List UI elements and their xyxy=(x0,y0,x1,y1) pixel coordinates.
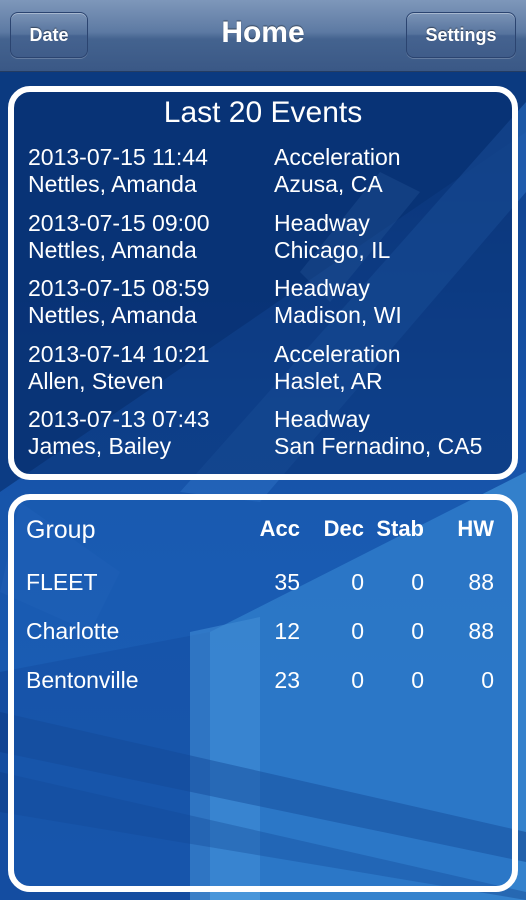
event-type: Headway xyxy=(274,406,370,432)
event-location: Haslet, AR xyxy=(274,368,383,394)
event-location: San Fernadino, CA5 xyxy=(274,433,483,459)
stab-value: 0 xyxy=(411,569,424,595)
event-type: Acceleration xyxy=(274,144,401,170)
event-row[interactable]: 2013-07-13 07:43 James, Bailey Headway S… xyxy=(28,406,504,464)
hw-value: 88 xyxy=(468,569,494,595)
settings-button[interactable]: Settings xyxy=(406,12,516,58)
header-hw: HW xyxy=(457,516,494,541)
navigation-bar: Date Home Settings xyxy=(0,0,526,72)
table-row[interactable]: Charlotte 12 0 0 88 xyxy=(26,618,504,650)
event-row[interactable]: 2013-07-15 09:00 Nettles, Amanda Headway… xyxy=(28,210,504,268)
event-row[interactable]: 2013-07-14 10:21 Allen, Steven Accelerat… xyxy=(28,341,504,399)
group-name: Bentonville xyxy=(26,667,139,693)
event-type: Acceleration xyxy=(274,341,401,367)
stab-value: 0 xyxy=(411,618,424,644)
event-driver-name: Nettles, Amanda xyxy=(28,237,197,263)
table-row[interactable]: FLEET 35 0 0 88 xyxy=(26,569,504,601)
group-name: FLEET xyxy=(26,569,98,595)
event-location: Chicago, IL xyxy=(274,237,391,263)
event-type: Headway xyxy=(274,210,370,236)
event-row[interactable]: 2013-07-15 11:44 Nettles, Amanda Acceler… xyxy=(28,144,504,202)
hw-value: 88 xyxy=(468,618,494,644)
events-title: Last 20 Events xyxy=(163,96,363,129)
event-driver-name: Allen, Steven xyxy=(28,368,164,394)
dec-value: 0 xyxy=(351,618,364,644)
event-driver-name: James, Bailey xyxy=(28,433,172,459)
event-datetime: 2013-07-13 07:43 xyxy=(28,406,210,432)
acc-value: 35 xyxy=(274,569,300,595)
header-group: Group xyxy=(26,516,96,544)
event-datetime: 2013-07-15 11:44 xyxy=(28,144,208,170)
event-driver-name: Nettles, Amanda xyxy=(28,171,197,197)
event-datetime: 2013-07-14 10:21 xyxy=(28,341,210,367)
acc-value: 23 xyxy=(274,667,300,693)
event-datetime: 2013-07-15 08:59 xyxy=(28,275,210,301)
event-location: Azusa, CA xyxy=(274,171,383,197)
header-acc: Acc xyxy=(259,516,300,541)
acc-value: 12 xyxy=(274,618,300,644)
dec-value: 0 xyxy=(351,569,364,595)
table-row[interactable]: Bentonville 23 0 0 0 xyxy=(26,667,504,699)
header-dec: Dec xyxy=(323,516,364,541)
dec-value: 0 xyxy=(351,667,364,693)
group-name: Charlotte xyxy=(26,618,120,644)
group-summary-panel: Group Acc Dec Stab HW FLEET 35 0 0 88 Ch… xyxy=(8,494,518,892)
table-header: Group Acc Dec Stab HW xyxy=(26,516,504,548)
stab-value: 0 xyxy=(411,667,424,693)
events-panel: Last 20 Events 2013-07-15 11:44 Nettles,… xyxy=(8,86,518,480)
event-location: Madison, WI xyxy=(274,302,402,328)
hw-value: 0 xyxy=(481,667,494,693)
header-stab: Stab xyxy=(376,516,424,541)
event-row[interactable]: 2013-07-15 08:59 Nettles, Amanda Headway… xyxy=(28,275,504,333)
event-datetime: 2013-07-15 09:00 xyxy=(28,210,210,236)
event-type: Headway xyxy=(274,275,370,301)
event-driver-name: Nettles, Amanda xyxy=(28,302,197,328)
